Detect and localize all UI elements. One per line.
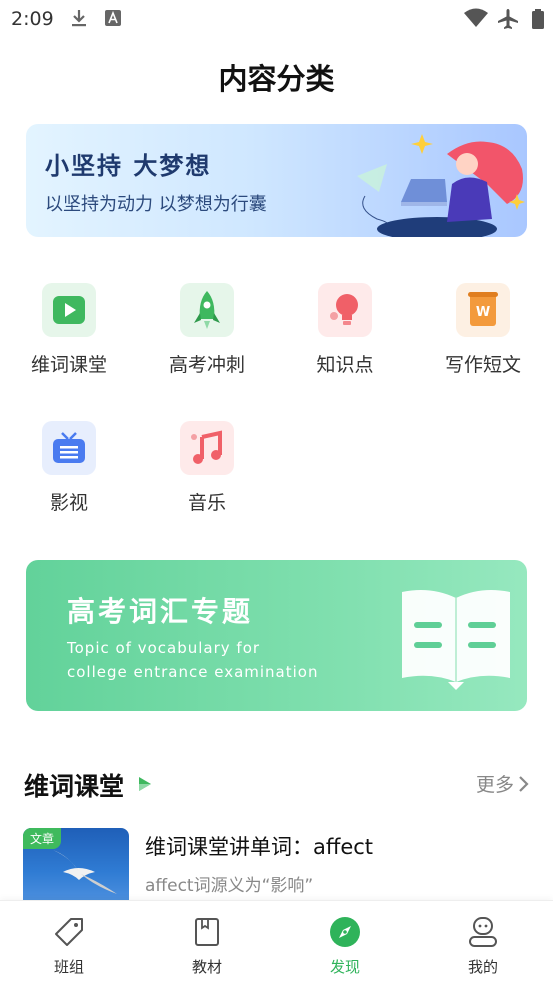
wifi-icon xyxy=(463,8,489,32)
section-title: 维词课堂 xyxy=(24,772,125,801)
nav-item-class-group[interactable]: 班组 xyxy=(0,901,138,983)
category-film[interactable]: 影视 xyxy=(14,421,124,521)
vocab-topic-card[interactable]: 高考词汇专题 Topic of vocabulary for college e… xyxy=(26,560,527,711)
category-writing[interactable]: W 写作短文 xyxy=(428,283,538,383)
article-title[interactable]: 维词课堂讲单词：affect xyxy=(145,831,373,861)
chevron-right-icon xyxy=(519,775,529,792)
category-label: 音乐 xyxy=(187,492,226,514)
article-tag: 文章 xyxy=(23,828,62,849)
compass-icon xyxy=(330,917,360,947)
airplane-icon xyxy=(497,8,519,34)
girl-laptop-illustration xyxy=(357,134,525,237)
book-icon xyxy=(195,918,219,946)
open-book-icon xyxy=(402,590,510,690)
category-label: 维词课堂 xyxy=(30,354,107,376)
vocab-card-title: 高考词汇专题 xyxy=(67,595,254,628)
category-label: 影视 xyxy=(49,492,88,514)
category-exam-sprint[interactable]: 高考冲刺 xyxy=(152,283,262,383)
svg-text:W: W xyxy=(476,305,490,320)
page-title: 内容分类 xyxy=(218,62,335,96)
tv-icon xyxy=(42,421,96,475)
article-thumbnail[interactable]: 文章 xyxy=(23,828,129,900)
nav-label: 教材 xyxy=(191,958,222,976)
tag-icon xyxy=(55,918,83,946)
vocab-card-subtitle-2: college entrance examination xyxy=(67,663,319,681)
banner-title: 小坚持 大梦想 xyxy=(45,152,212,180)
nav-label: 我的 xyxy=(467,958,498,976)
bottom-nav: 班组 教材 发现 我的 xyxy=(0,900,553,983)
battery-icon xyxy=(531,8,545,34)
nav-label: 发现 xyxy=(329,958,360,976)
category-music[interactable]: 音乐 xyxy=(152,421,262,521)
scroll-w-icon: W xyxy=(456,283,510,337)
play-icon xyxy=(139,777,151,791)
status-time: 2:09 xyxy=(11,8,54,30)
status-bar: 2:09 xyxy=(0,0,553,38)
rocket-icon xyxy=(180,283,234,337)
more-label: 更多 xyxy=(475,774,514,796)
article-description: affect词源义为“影响” xyxy=(145,876,314,896)
music-note-icon xyxy=(180,421,234,475)
more-link[interactable]: 更多 xyxy=(476,770,531,797)
lightbulb-icon xyxy=(318,283,372,337)
category-knowledge[interactable]: 知识点 xyxy=(290,283,400,383)
category-label: 高考冲刺 xyxy=(168,354,245,376)
video-play-icon xyxy=(42,283,96,337)
motivation-banner[interactable]: 小坚持 大梦想 以坚持为动力 以梦想为行囊 xyxy=(26,124,527,237)
vocab-card-subtitle-1: Topic of vocabulary for xyxy=(67,639,261,657)
download-icon xyxy=(70,8,88,32)
nav-item-textbook[interactable]: 教材 xyxy=(138,901,276,983)
banner-subtitle: 以坚持为动力 以梦想为行囊 xyxy=(45,194,267,215)
profile-icon xyxy=(469,917,497,947)
font-icon xyxy=(104,8,122,32)
nav-item-profile[interactable]: 我的 xyxy=(414,901,552,983)
nav-item-discover[interactable]: 发现 xyxy=(276,901,414,983)
category-label: 写作短文 xyxy=(444,354,521,376)
nav-label: 班组 xyxy=(53,958,84,976)
category-vocab-class[interactable]: 维词课堂 xyxy=(14,283,124,383)
category-label: 知识点 xyxy=(316,354,374,376)
